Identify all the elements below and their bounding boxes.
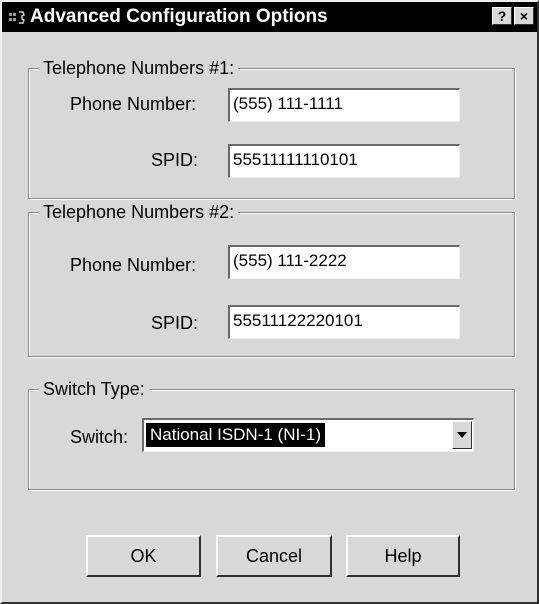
spid-1-label: SPID: bbox=[151, 150, 199, 170]
phone-number-2-label: Phone Number: bbox=[70, 255, 197, 275]
phone-app-icon bbox=[8, 10, 26, 24]
down-arrow-icon bbox=[457, 432, 467, 438]
title-bar[interactable]: Advanced Configuration Options ? × bbox=[2, 2, 537, 32]
switch-type-dropdown[interactable]: National ISDN-1 (NI-1) bbox=[142, 418, 474, 452]
dropdown-toggle-button[interactable] bbox=[452, 421, 472, 449]
group-legend: Telephone Numbers #1: bbox=[39, 58, 239, 78]
spid-2-label: SPID: bbox=[151, 313, 199, 333]
spid-1-input[interactable]: 55511111110101 bbox=[228, 144, 460, 178]
ok-button[interactable]: OK bbox=[86, 535, 201, 577]
phone-number-2-input[interactable]: (555) 111-2222 bbox=[228, 245, 460, 279]
group-legend: Telephone Numbers #2: bbox=[39, 202, 239, 222]
phone-number-1-label: Phone Number: bbox=[70, 94, 197, 114]
dialog-title: Advanced Configuration Options bbox=[30, 6, 328, 27]
close-button[interactable]: × bbox=[514, 7, 534, 25]
help-button[interactable]: Help bbox=[346, 535, 460, 577]
spid-2-input[interactable]: 55511122220101 bbox=[228, 305, 460, 339]
help-question-button[interactable]: ? bbox=[492, 7, 512, 25]
phone-number-1-input[interactable]: (555) 111-1111 bbox=[228, 88, 460, 122]
advanced-config-dialog: Advanced Configuration Options ? × Telep… bbox=[0, 0, 539, 604]
switch-selected-value: National ISDN-1 (NI-1) bbox=[146, 423, 325, 447]
cancel-button[interactable]: Cancel bbox=[216, 535, 332, 577]
switch-label: Switch: bbox=[70, 427, 129, 447]
group-legend: Switch Type: bbox=[39, 379, 149, 399]
